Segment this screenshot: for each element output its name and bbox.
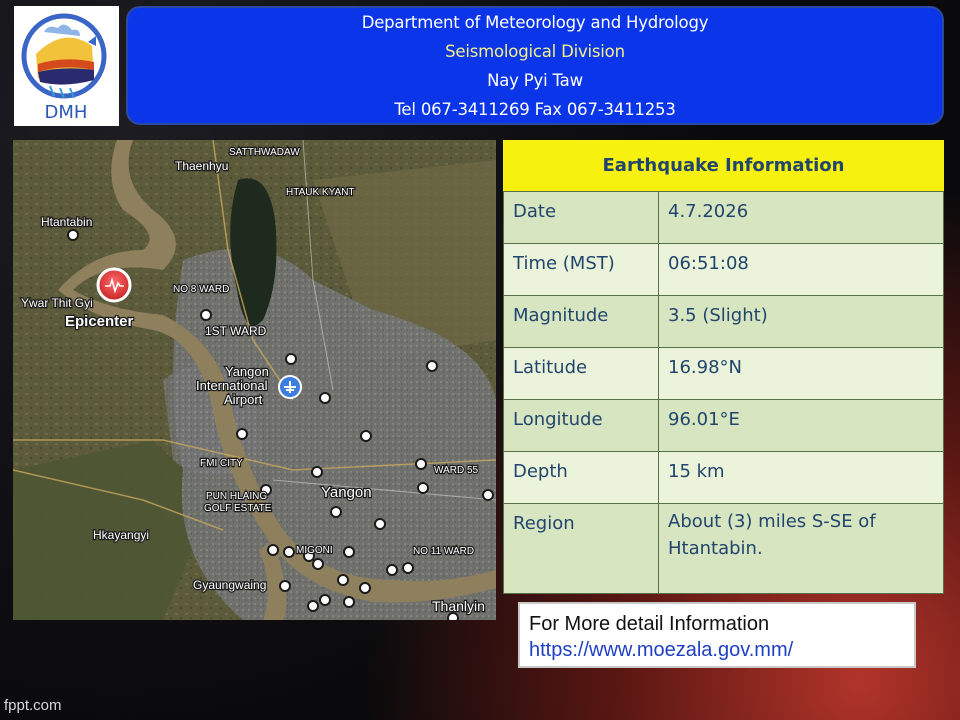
poi-marker xyxy=(360,430,372,442)
epicenter-map: Epicenter SATTHWADAW Thaenhyu HTAUK KYAN… xyxy=(13,140,496,620)
place-label-thaenhyu: Thaenhyu xyxy=(175,159,228,173)
place-label-airport-3: Airport xyxy=(224,392,263,407)
poi-marker xyxy=(482,489,494,501)
poi-marker xyxy=(67,229,79,241)
place-label-pun-hlaing-2: GOLF ESTATE xyxy=(204,503,272,514)
footer-watermark: fppt.com xyxy=(4,697,62,714)
poi-marker xyxy=(343,546,355,558)
table-row: Magnitude 3.5 (Slight) xyxy=(503,295,944,348)
table-row: Latitude 16.98°N xyxy=(503,347,944,400)
info-key: Magnitude xyxy=(503,295,659,348)
place-label-pun-hlaing-1: PUN HLAING xyxy=(206,491,267,502)
info-key: Date xyxy=(503,191,659,244)
logo-text: DMH xyxy=(45,102,88,123)
poi-marker xyxy=(319,392,331,404)
poi-marker xyxy=(330,506,342,518)
poi-marker xyxy=(415,458,427,470)
poi-marker xyxy=(386,564,398,576)
info-key: Latitude xyxy=(503,347,659,400)
poi-marker xyxy=(337,574,349,586)
place-label-mingon: MIGONI xyxy=(296,545,333,556)
poi-marker xyxy=(267,544,279,556)
poi-marker xyxy=(343,596,355,608)
poi-marker xyxy=(319,594,331,606)
table-row: Time (MST) 06:51:08 xyxy=(503,243,944,296)
place-label-thanlyin: Thanlyin xyxy=(432,598,485,614)
header-banner: Department of Meteorology and Hydrology … xyxy=(126,6,944,125)
more-info-link[interactable]: https://www.moezala.gov.mm/ xyxy=(529,637,914,663)
earthquake-info-panel: Earthquake Information Date 4.7.2026 Tim… xyxy=(503,140,944,594)
poi-marker xyxy=(359,582,371,594)
info-value: 3.5 (Slight) xyxy=(658,295,944,348)
place-label-yangon: Yangon xyxy=(321,484,372,501)
poi-marker xyxy=(285,353,297,365)
place-label-hkayangyi: Hkayangyi xyxy=(93,528,149,542)
more-info-label: For More detail Information xyxy=(529,613,770,635)
place-label-ward55: WARD 55 xyxy=(434,465,479,476)
place-label-satthwadaw: SATTHWADAW xyxy=(229,147,300,158)
poi-marker xyxy=(426,360,438,372)
table-row: Depth 15 km xyxy=(503,451,944,504)
table-row: Date 4.7.2026 xyxy=(503,191,944,244)
place-label-ywar-thit-gyi: Ywar Thit Gyi xyxy=(21,296,93,310)
poi-marker xyxy=(279,580,291,592)
poi-marker xyxy=(311,466,323,478)
info-value: 06:51:08 xyxy=(658,243,944,296)
info-key: Region xyxy=(503,503,659,594)
info-value: 16.98°N xyxy=(658,347,944,400)
place-label-htantabin: Htantabin xyxy=(41,215,92,229)
info-value: About (3) miles S-SE of Htantabin. xyxy=(658,503,944,594)
info-key: Time (MST) xyxy=(503,243,659,296)
poi-marker xyxy=(402,562,414,574)
table-row: Longitude 96.01°E xyxy=(503,399,944,452)
header-department: Department of Meteorology and Hydrology xyxy=(361,12,709,32)
poi-marker xyxy=(200,309,212,321)
dmh-logo: DMH xyxy=(14,6,119,126)
place-label-1st-ward: 1ST WARD xyxy=(205,324,267,338)
epicenter-label: Epicenter xyxy=(65,313,134,330)
header-contact: Tel 067-3411269 Fax 067-3411253 xyxy=(394,99,676,119)
info-value: 96.01°E xyxy=(658,399,944,452)
info-value: 15 km xyxy=(658,451,944,504)
poi-marker xyxy=(374,518,386,530)
place-label-no11-ward: NO 11 WARD xyxy=(413,546,474,557)
table-row: Region About (3) miles S-SE of Htantabin… xyxy=(503,503,944,594)
poi-marker xyxy=(417,482,429,494)
header-city: Nay Pyi Taw xyxy=(487,70,583,90)
place-label-no8-ward: NO 8 WARD xyxy=(173,284,229,295)
info-key: Longitude xyxy=(503,399,659,452)
info-table: Date 4.7.2026 Time (MST) 06:51:08 Magnit… xyxy=(503,191,944,594)
more-info-box: For More detail Information https://www.… xyxy=(518,602,916,668)
place-label-fmi-city: FMI CITY xyxy=(200,458,243,469)
epicenter-marker xyxy=(96,267,132,303)
poi-marker xyxy=(312,558,324,570)
poi-marker xyxy=(447,612,459,620)
poi-marker xyxy=(236,428,248,440)
info-value: 4.7.2026 xyxy=(658,191,944,244)
poi-marker xyxy=(283,546,295,558)
place-label-htauk-kyant: HTAUK KYANT xyxy=(286,187,355,198)
place-label-gyaungwaing: Gyaungwaing xyxy=(193,578,266,592)
info-title: Earthquake Information xyxy=(503,140,944,191)
poi-marker xyxy=(307,600,319,612)
place-label-airport-2: International xyxy=(196,378,268,393)
info-key: Depth xyxy=(503,451,659,504)
airport-icon xyxy=(278,375,302,399)
header-division: Seismological Division xyxy=(445,41,625,61)
place-label-airport-1: Yangon xyxy=(225,364,269,379)
